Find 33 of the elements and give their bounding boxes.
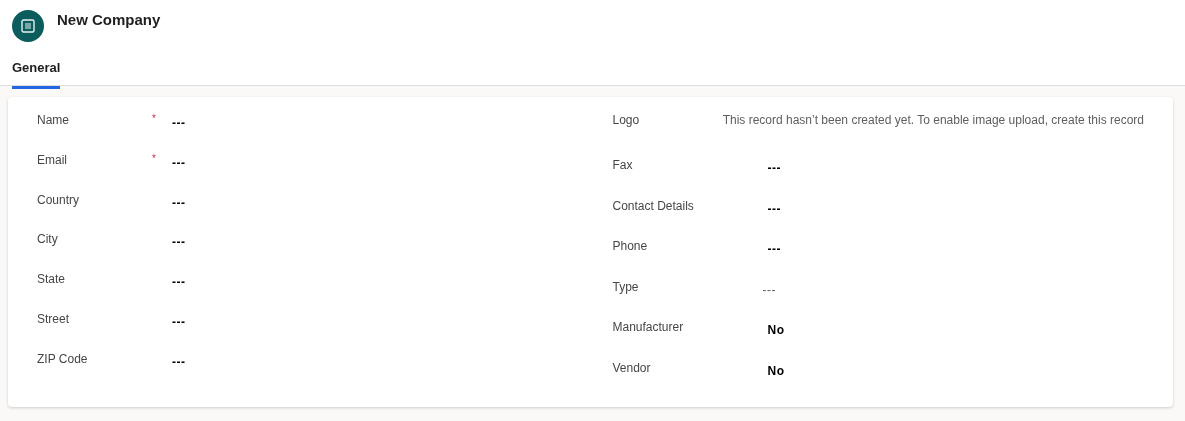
field-label: ZIP Code <box>37 350 89 368</box>
field-label: Fax <box>612 157 634 174</box>
field-value[interactable]: --- <box>767 199 781 218</box>
field-label: Phone <box>612 238 649 255</box>
info-message: This record hasn’t been created yet. To enable image upload, create this record <box>722 112 1144 129</box>
field-value[interactable]: --- <box>172 273 186 292</box>
required-mark: * <box>152 112 157 126</box>
field-label: Contact Details <box>612 197 695 215</box>
field-label: Manufacturer <box>612 319 685 336</box>
field-label: Type <box>612 278 640 296</box>
field-value[interactable]: --- <box>172 313 186 331</box>
field-label: Country <box>37 191 81 209</box>
field-label: Logo <box>612 112 641 129</box>
company-icon <box>12 10 44 42</box>
tab[interactable]: General <box>12 52 61 89</box>
field-value[interactable]: No <box>767 321 785 339</box>
required-mark: * <box>152 151 157 166</box>
field-value[interactable]: No <box>767 361 785 380</box>
field-value[interactable]: --- <box>767 159 781 177</box>
field-value[interactable]: --- <box>172 233 186 252</box>
field-value[interactable]: --- <box>762 280 776 299</box>
field-label: Vendor <box>612 359 652 377</box>
page-title: New Company <box>57 10 161 30</box>
field-label: Email <box>37 151 68 169</box>
field-value[interactable]: --- <box>767 240 781 258</box>
field-label: Street <box>37 311 70 328</box>
field-label: City <box>37 231 59 249</box>
field-value[interactable]: --- <box>172 352 186 371</box>
field-value[interactable]: --- <box>172 114 186 132</box>
field-label: Name <box>37 112 70 129</box>
field-label: State <box>37 271 67 289</box>
field-value[interactable]: --- <box>172 153 186 172</box>
field-value[interactable]: --- <box>172 193 186 212</box>
